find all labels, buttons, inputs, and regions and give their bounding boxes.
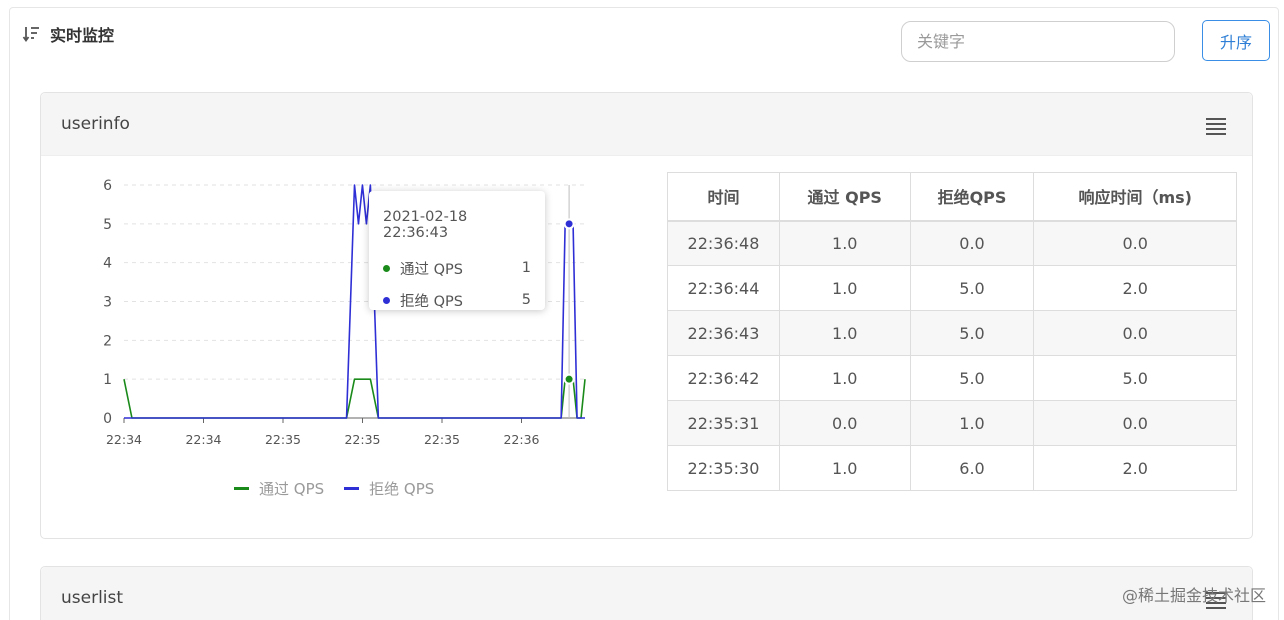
table-cell: 1.0	[778, 445, 911, 491]
table-cell: 6.0	[909, 445, 1035, 491]
table-cell: 22:35:31	[667, 400, 780, 446]
x-tick-label: 22:36	[503, 432, 539, 447]
x-tick-label: 22:35	[265, 432, 301, 447]
y-tick-label: 0	[103, 411, 112, 427]
y-tick-label: 5	[103, 217, 112, 233]
y-tick-label: 1	[103, 372, 112, 388]
sort-icon[interactable]	[22, 24, 42, 44]
tooltip-row-pass: 通过 QPS 1	[383, 252, 531, 284]
table-cell: 0.0	[1033, 400, 1237, 446]
table-cell: 1.0	[909, 400, 1035, 446]
column-header-0: 时间	[667, 172, 780, 222]
table-cell: 5.0	[909, 310, 1035, 356]
x-tick-label: 22:35	[344, 432, 380, 447]
table-cell: 1.0	[778, 355, 911, 401]
table-cell: 0.0	[778, 400, 911, 446]
table-cell: 2.0	[1033, 445, 1237, 491]
table-row: 22:36:48 1.0 0.0 0.0	[667, 220, 1237, 266]
tooltip-label-pass: 通过 QPS	[400, 261, 463, 278]
page-title: 实时监控	[50, 26, 115, 45]
y-tick-label: 3	[103, 295, 112, 311]
legend-swatch-block	[344, 487, 360, 490]
tooltip-dot-pass	[383, 264, 390, 272]
x-tick-label: 22:34	[185, 432, 221, 447]
menu-icon[interactable]	[1206, 117, 1226, 135]
tooltip-value-block: 5	[521, 292, 531, 308]
table-cell: 0.0	[1033, 220, 1237, 266]
table-cell: 22:36:43	[667, 310, 780, 356]
table-cell: 1.0	[778, 310, 911, 356]
tooltip-label-block: 拒绝 QPS	[400, 293, 463, 310]
x-tick-label: 22:35	[424, 432, 460, 447]
table-cell: 0.0	[909, 220, 1035, 266]
y-tick-label: 6	[103, 178, 112, 194]
highlight-point-0	[563, 373, 575, 385]
legend-label-pass: 通过 QPS	[259, 480, 325, 498]
metrics-table: 时间 通过 QPS 拒绝QPS 响应时间（ms) 22:36:48 1.0 0.0 0.0 2…	[667, 172, 1237, 491]
highlight-point-1	[563, 218, 575, 230]
table-cell: 22:36:42	[667, 355, 780, 401]
legend-item-block[interactable]: 拒绝 QPS	[344, 478, 434, 499]
tooltip-row-block: 拒绝 QPS 5	[383, 284, 531, 316]
sort-ascending-button[interactable]: 升序	[1202, 20, 1270, 61]
panel-header: userlist	[41, 567, 1252, 620]
tooltip-dot-block	[383, 296, 390, 304]
column-header-1: 通过 QPS	[778, 172, 911, 222]
table-cell: 22:36:44	[667, 265, 780, 311]
column-header-2: 拒绝QPS	[909, 172, 1035, 222]
legend-item-pass[interactable]: 通过 QPS	[234, 478, 324, 499]
tooltip-value-pass: 1	[521, 260, 531, 276]
table-cell: 22:35:30	[667, 445, 780, 491]
table-cell: 5.0	[909, 265, 1035, 311]
table-cell: 1.0	[778, 220, 911, 266]
table-cell: 5.0	[1033, 355, 1237, 401]
resource-panel-userlist: userlist	[40, 566, 1253, 620]
tooltip-time: 2021-02-18 22:36:43	[383, 209, 468, 241]
panel-title: userinfo	[61, 114, 130, 134]
table-cell: 5.0	[909, 355, 1035, 401]
column-header-3: 响应时间（ms)	[1033, 172, 1237, 222]
panel-header: userinfo	[41, 93, 1252, 156]
page-header: 实时监控	[22, 22, 114, 46]
series-line-0	[123, 378, 586, 419]
panel-title: userlist	[61, 588, 124, 608]
chart-legend: 通过 QPS 拒绝 QPS	[234, 478, 434, 499]
x-tick-label: 22:34	[106, 432, 142, 447]
table-cell: 2.0	[1033, 265, 1237, 311]
table-cell: 1.0	[778, 265, 911, 311]
table-header-row: 时间 通过 QPS 拒绝QPS 响应时间（ms)	[667, 172, 1237, 222]
table-row: 22:35:30 1.0 6.0 2.0	[667, 445, 1237, 491]
table-cell: 22:36:48	[667, 220, 780, 266]
table-row: 22:36:44 1.0 5.0 2.0	[667, 265, 1237, 311]
y-tick-label: 2	[103, 333, 112, 349]
legend-label-block: 拒绝 QPS	[369, 480, 435, 498]
table-row: 22:36:42 1.0 5.0 5.0	[667, 355, 1237, 401]
legend-swatch-pass	[234, 487, 249, 490]
table-row: 22:36:43 1.0 5.0 0.0	[667, 310, 1237, 356]
table-cell: 0.0	[1033, 310, 1237, 356]
watermark: @稀土掘金技术社区	[1121, 586, 1266, 605]
search-input[interactable]	[901, 21, 1175, 62]
table-row: 22:35:31 0.0 1.0 0.0	[667, 400, 1237, 446]
chart-tooltip: 2021-02-18 22:36:43 通过 QPS 1 拒绝 QPS 5	[369, 191, 545, 310]
y-tick-label: 4	[103, 256, 112, 272]
table-body: 22:36:48 1.0 0.0 0.0 22:36:44 1.0 5.0 2.0 22:36:…	[667, 220, 1237, 491]
